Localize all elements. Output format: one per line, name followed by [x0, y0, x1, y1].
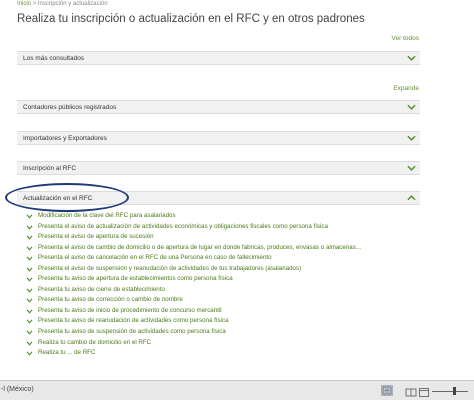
chevron-down-icon — [26, 246, 33, 251]
chevron-up-icon — [407, 195, 416, 201]
status-locale-text: -l (México) — [1, 386, 34, 393]
page-title: Realiza tu inscripción o actualización e… — [17, 13, 365, 25]
list-item[interactable]: Modificación de la clave del RFC para as… — [26, 211, 361, 222]
accordion-importadores[interactable]: Importadores y Exportadores — [17, 131, 420, 145]
list-item[interactable]: Presenta tu aviso de inicio de procedimi… — [26, 306, 361, 317]
list-item[interactable]: Presenta el aviso de actualización de ac… — [26, 222, 361, 233]
full-screen-reading-view-icon[interactable] — [405, 385, 417, 397]
list-item[interactable]: Realiza tu ... de RFC — [26, 348, 361, 359]
list-item[interactable]: Presenta el aviso de cambio de domicilio… — [26, 243, 361, 254]
chevron-down-icon — [26, 330, 33, 335]
list-item[interactable]: Presenta el aviso de cancelación en el R… — [26, 253, 361, 264]
actualizacion-list: Modificación de la clave del RFC para as… — [26, 211, 361, 359]
accordion-contadores[interactable]: Contadores públicos registrados — [17, 100, 420, 114]
chevron-down-icon — [26, 319, 33, 325]
list-item-label: Presenta el aviso de suspensión y reanud… — [38, 264, 302, 272]
list-item-label: Presenta tu aviso de corrección o cambio… — [38, 296, 183, 304]
chevron-down-icon — [26, 267, 33, 272]
expande-link[interactable]: Expande — [393, 85, 419, 92]
web-layout-view-icon[interactable] — [418, 385, 430, 397]
list-item-label: Presenta el aviso de apertura de sucesió… — [38, 233, 154, 241]
chevron-down-icon — [407, 165, 416, 171]
list-item-label: Presenta el aviso de actualización de ac… — [38, 222, 328, 230]
list-item[interactable]: Presenta el aviso de suspensión y reanud… — [26, 264, 361, 275]
zoom-slider-handle[interactable] — [453, 387, 456, 395]
list-item[interactable]: Presenta tu aviso de reanudación de acti… — [26, 316, 361, 327]
breadcrumb-home-link[interactable]: Inicio — [17, 1, 31, 7]
chevron-down-icon — [26, 298, 33, 304]
list-item[interactable]: Presenta el aviso de apertura de sucesió… — [26, 232, 361, 243]
chevron-down-icon — [26, 341, 33, 346]
chevron-down-icon — [407, 104, 416, 110]
chevron-down-icon — [26, 235, 33, 240]
list-item-label: Presenta tu aviso de apertura de estable… — [38, 275, 233, 283]
chevron-down-icon — [26, 277, 33, 282]
list-item-label: Realiza tu cambio de domicilio en el RFC — [38, 338, 152, 346]
list-item[interactable]: Realiza tu cambio de domicilio en el RFC — [26, 338, 361, 349]
list-item[interactable]: Presenta tu aviso de apertura de estable… — [26, 274, 361, 285]
chevron-down-icon — [26, 214, 33, 219]
accordion-label: Contadores públicos registrados — [23, 104, 117, 111]
list-item-label: Presenta tu aviso de cierre de estableci… — [38, 285, 165, 293]
accordion-mas-consultados[interactable]: Los más consultados — [17, 51, 420, 65]
accordion-inscripcion[interactable]: Inscripción al RFC — [17, 161, 420, 175]
breadcrumb-current: Inscripción y actualización — [37, 1, 108, 7]
zoom-slider-track[interactable] — [432, 391, 468, 392]
list-item[interactable]: Presenta tu aviso de cierre de estableci… — [26, 285, 361, 296]
list-item-label: Modificación de la clave del RFC para as… — [38, 212, 176, 219]
breadcrumb: Inicio > Inscripción y actualización — [17, 1, 108, 7]
accordion-label: Inscripción al RFC — [23, 165, 77, 172]
ver-todos-link[interactable]: Ver todos — [392, 35, 419, 42]
list-item-label: Presenta tu aviso de suspensión de activ… — [38, 328, 226, 336]
list-item[interactable]: Presenta tu aviso de corrección o cambio… — [26, 295, 361, 306]
breadcrumb-separator: > — [32, 1, 37, 7]
accordion-label: Importadores y Exportadores — [23, 135, 107, 142]
chevron-down-icon — [26, 351, 33, 356]
chevron-down-icon — [26, 256, 33, 261]
list-item-label: Realiza tu ... de RFC — [38, 349, 96, 357]
print-layout-view-icon[interactable] — [381, 385, 393, 396]
chevron-down-icon — [26, 309, 33, 314]
list-item-label: Presenta el aviso de cambio de domicilio… — [38, 243, 361, 251]
highlight-annotation-oval — [5, 183, 129, 212]
list-item[interactable]: Presenta tu aviso de suspensión de activ… — [26, 327, 361, 338]
list-item-label: Presenta el aviso de cancelación en el R… — [38, 254, 272, 262]
accordion-label: Los más consultados — [23, 55, 85, 62]
chevron-down-icon — [407, 55, 416, 61]
list-item-label: Presenta tu aviso de inicio de procedimi… — [38, 306, 222, 314]
chevron-down-icon — [407, 135, 416, 141]
chevron-down-icon — [26, 225, 33, 230]
chevron-down-icon — [26, 288, 33, 293]
status-bar: -l (México) — [0, 380, 474, 400]
list-item-label: Presenta tu aviso de reanudación de acti… — [38, 317, 229, 325]
